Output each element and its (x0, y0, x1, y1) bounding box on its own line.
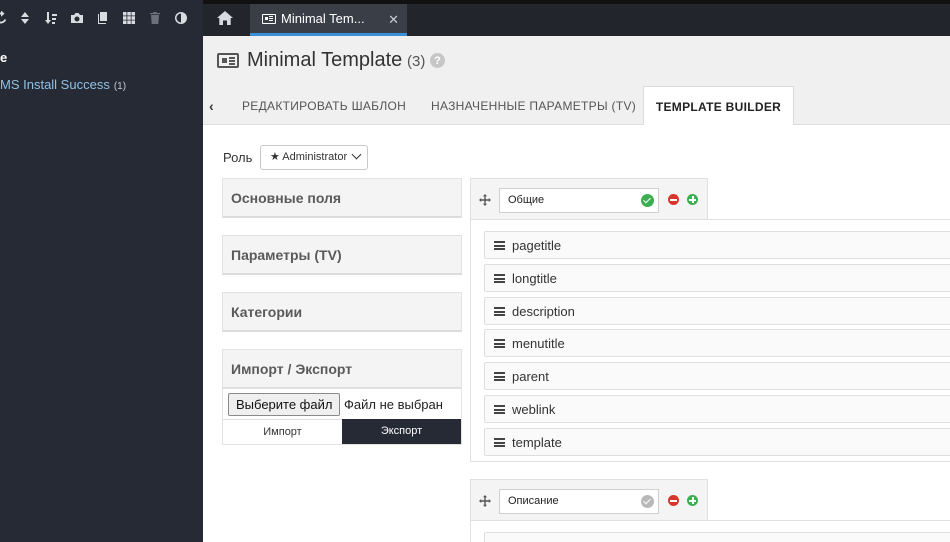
file-status: Файл не выбран (344, 397, 443, 412)
export-button[interactable]: Экспорт (342, 419, 461, 444)
group-header: Общие (470, 178, 708, 220)
page-title: Minimal Template (247, 49, 403, 71)
field-name: weblink (512, 402, 556, 417)
sidebar: e MS Install Success (1) (0, 0, 203, 542)
refresh-icon[interactable] (0, 0, 12, 36)
role-select-value: ★ Administrator (270, 151, 348, 163)
document-tab[interactable]: Minimal Tem... ✕ (250, 4, 407, 36)
group-fields-box: pagetitle longtitle description menutitl… (470, 219, 950, 462)
main-panel: Minimal Template (3) ? ‹ РЕДАКТИРОВАТЬ Ш… (203, 36, 950, 542)
top-tab-bar: Minimal Tem... ✕ (203, 0, 950, 36)
trash-icon[interactable] (142, 0, 168, 36)
add-icon[interactable] (687, 194, 698, 205)
panel-title: Основные поля (231, 190, 342, 206)
field-name: parent (512, 369, 549, 384)
field-name: description (512, 304, 575, 319)
camera-icon[interactable] (64, 0, 90, 36)
template-icon (262, 13, 276, 24)
check-icon[interactable] (641, 194, 654, 207)
drag-handle-icon[interactable] (494, 307, 505, 316)
panel-categories[interactable]: Категории (222, 292, 462, 332)
field-row[interactable]: parent (484, 362, 950, 390)
tree-item-label: MS Install Success (0, 77, 110, 92)
sort-icon[interactable] (12, 0, 38, 36)
group-name-input[interactable]: Описание (499, 489, 659, 514)
tab-edit-template[interactable]: РЕДАКТИРОВАТЬ ШАБЛОН (242, 86, 406, 125)
field-row[interactable]: weblink (484, 395, 950, 423)
home-icon (217, 10, 233, 30)
add-icon[interactable] (687, 495, 698, 506)
move-icon[interactable] (479, 494, 491, 507)
group-fields-box (470, 520, 950, 542)
drag-handle-icon[interactable] (494, 405, 505, 414)
tabs-row: ‹ РЕДАКТИРОВАТЬ ШАБЛОН НАЗНАЧЕННЫЕ ПАРАМ… (203, 86, 950, 126)
field-name: menutitle (512, 336, 565, 351)
help-icon[interactable]: ? (430, 53, 445, 68)
remove-icon[interactable] (668, 495, 679, 506)
copy-icon[interactable] (90, 0, 116, 36)
panel-title: Параметры (TV) (231, 247, 342, 263)
field-row[interactable] (484, 532, 950, 542)
close-tab-icon[interactable]: ✕ (388, 12, 399, 28)
page-header: Minimal Template (3) ? (203, 36, 950, 86)
field-row[interactable]: pagetitle (484, 231, 950, 259)
group-name-input[interactable]: Общие (499, 188, 659, 213)
remove-icon[interactable] (668, 194, 679, 205)
panel-tv-params[interactable]: Параметры (TV) (222, 235, 462, 275)
template-builder-content: Роль ★ Administrator Основные поля Парам… (203, 125, 950, 542)
field-row[interactable]: description (484, 297, 950, 325)
field-name: template (512, 435, 562, 450)
role-label: Роль (223, 150, 253, 165)
panel-import-export[interactable]: Импорт / Экспорт (222, 349, 462, 389)
tree-item-count: (1) (113, 81, 127, 92)
template-icon (217, 53, 239, 68)
field-name: longtitle (512, 271, 557, 286)
page-title-count: (3) (407, 53, 426, 70)
import-export-body: Выберите файл Файл не выбран Импорт Эксп… (222, 388, 462, 445)
drag-handle-icon[interactable] (494, 274, 505, 283)
field-row[interactable]: menutitle (484, 329, 950, 357)
tab-assigned-tv[interactable]: НАЗНАЧЕННЫЕ ПАРАМЕТРЫ (TV) (431, 86, 636, 125)
drag-handle-icon[interactable] (494, 339, 505, 348)
sidebar-toolbar (0, 0, 203, 36)
panel-title: Импорт / Экспорт (231, 361, 353, 377)
field-row[interactable]: template (484, 428, 950, 456)
contrast-icon[interactable] (168, 0, 194, 36)
import-button[interactable]: Импорт (223, 419, 342, 444)
document-tab-label: Minimal Tem... (281, 11, 365, 26)
field-row[interactable]: longtitle (484, 264, 950, 292)
group-header: Описание (470, 479, 708, 521)
field-name: pagetitle (512, 238, 562, 253)
role-select[interactable]: ★ Administrator (260, 145, 368, 170)
check-icon[interactable] (641, 495, 654, 508)
group-name-value: Общие (508, 194, 545, 206)
choose-file-button[interactable]: Выберите файл (228, 393, 341, 416)
panel-main-fields[interactable]: Основные поля (222, 178, 462, 218)
app-window: e MS Install Success (1) Minimal Tem... ✕… (0, 0, 950, 542)
tree-root-item[interactable]: e (0, 50, 7, 65)
panel-title: Категории (231, 304, 303, 320)
move-icon[interactable] (479, 193, 491, 206)
home-tab[interactable] (203, 4, 247, 36)
drag-handle-icon[interactable] (494, 241, 505, 250)
grid-icon[interactable] (116, 0, 142, 36)
drag-handle-icon[interactable] (494, 438, 505, 447)
drag-handle-icon[interactable] (494, 372, 505, 381)
chevron-left-icon[interactable]: ‹ (209, 98, 214, 114)
tree-item-install-success[interactable]: MS Install Success (1) (0, 77, 126, 92)
sort-down-icon[interactable] (38, 0, 64, 36)
group-name-value: Описание (508, 495, 559, 507)
chevron-down-icon (351, 149, 362, 160)
tab-template-builder[interactable]: TEMPLATE BUILDER (643, 86, 794, 126)
